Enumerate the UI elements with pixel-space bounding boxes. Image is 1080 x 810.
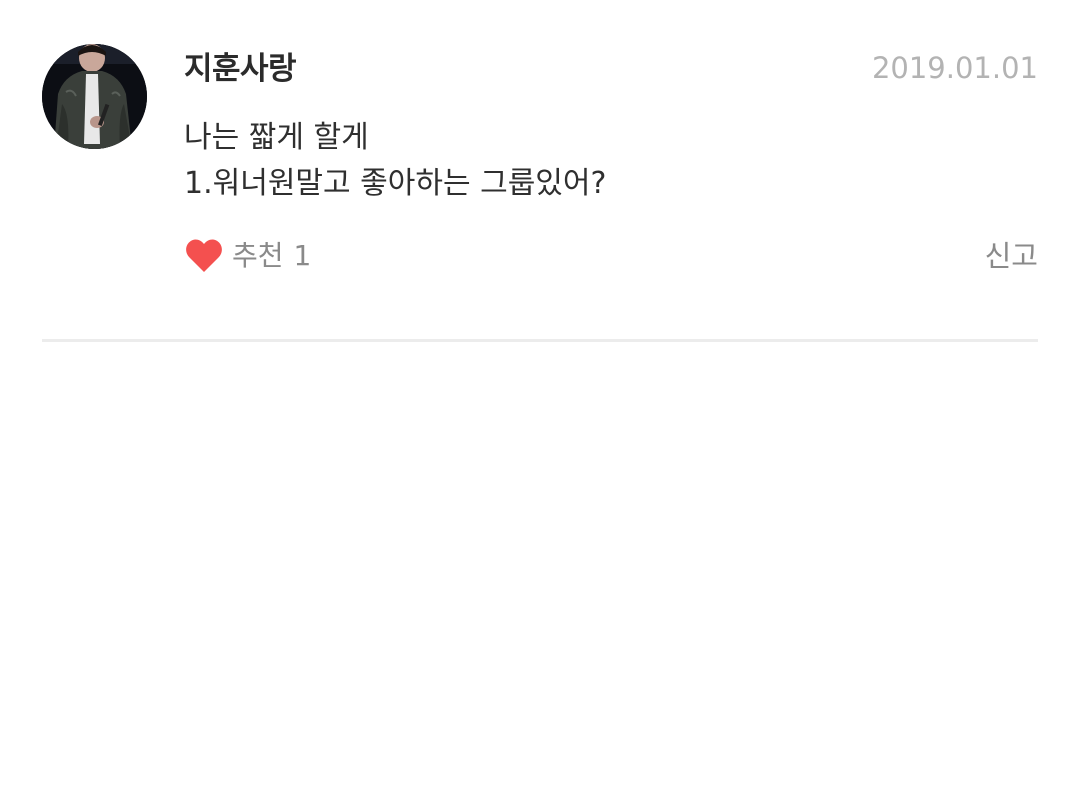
comment-date: 2019.01.01 — [871, 51, 1038, 85]
author-name[interactable]: 지훈사랑 — [184, 48, 297, 90]
like-label: 추천 — [232, 239, 284, 272]
avatar-photo — [42, 44, 147, 149]
like-count: 1 — [293, 239, 312, 272]
like-button[interactable]: 추천 1 — [184, 234, 311, 278]
author-avatar[interactable] — [42, 44, 147, 149]
report-button[interactable]: 신고 — [985, 234, 1038, 278]
comment-line: 1.워너원말고 좋아하는 그룹있어? — [184, 166, 607, 201]
comment-item: 지훈사랑 2019.01.01 나는 짧게 할게 1.워너원말고 좋아하는 그룹… — [42, 42, 1038, 342]
heart-icon — [184, 236, 224, 276]
comment-body: 나는 짧게 할게 1.워너원말고 좋아하는 그룹있어? — [184, 115, 1024, 207]
divider — [42, 339, 1038, 342]
comment-line: 나는 짧게 할게 — [184, 120, 369, 155]
comment-actions: 추천 1 신고 — [184, 234, 1038, 278]
